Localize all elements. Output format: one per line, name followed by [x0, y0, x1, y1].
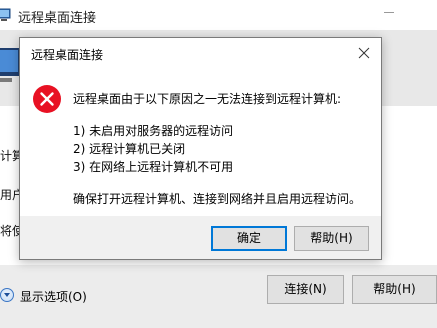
dialog-title: 远程桌面连接 [31, 48, 104, 62]
ok-button[interactable]: 确定 [211, 226, 287, 251]
chevron-down-icon[interactable] [0, 288, 14, 302]
error-message: 远程桌面由于以下原因之一无法连接到远程计算机: [73, 92, 342, 106]
dialog-titlebar: 远程桌面连接 [20, 38, 381, 68]
resolution-message: 确保打开远程计算机、连接到网络并且启用远程访问。 [73, 192, 362, 206]
dialog-help-button[interactable]: 帮助(H) [294, 226, 369, 251]
remote-desktop-icon [0, 8, 14, 22]
reason-item: 1) 未启用对服务器的远程访问 [73, 124, 234, 138]
main-help-button[interactable]: 帮助(H) [352, 275, 437, 304]
show-options-link[interactable]: 显示选项(O) [20, 288, 87, 305]
reason-item: 2) 远程计算机已关闭 [73, 142, 186, 156]
connect-button[interactable]: 连接(N) [267, 275, 344, 304]
minimize-icon[interactable] [383, 6, 395, 18]
reason-item: 3) 在网络上远程计算机不可用 [73, 160, 234, 174]
close-icon[interactable] [354, 44, 374, 62]
main-titlebar: 远程桌面连接 [0, 0, 437, 30]
dialog-footer: 确定 帮助(H) [20, 216, 381, 259]
error-icon [32, 84, 62, 114]
error-dialog: 远程桌面连接 远程桌面由于以下原因之一无法连接到远程计算机: 1) 未启用对服务… [19, 37, 382, 260]
main-window-title: 远程桌面连接 [18, 11, 97, 26]
